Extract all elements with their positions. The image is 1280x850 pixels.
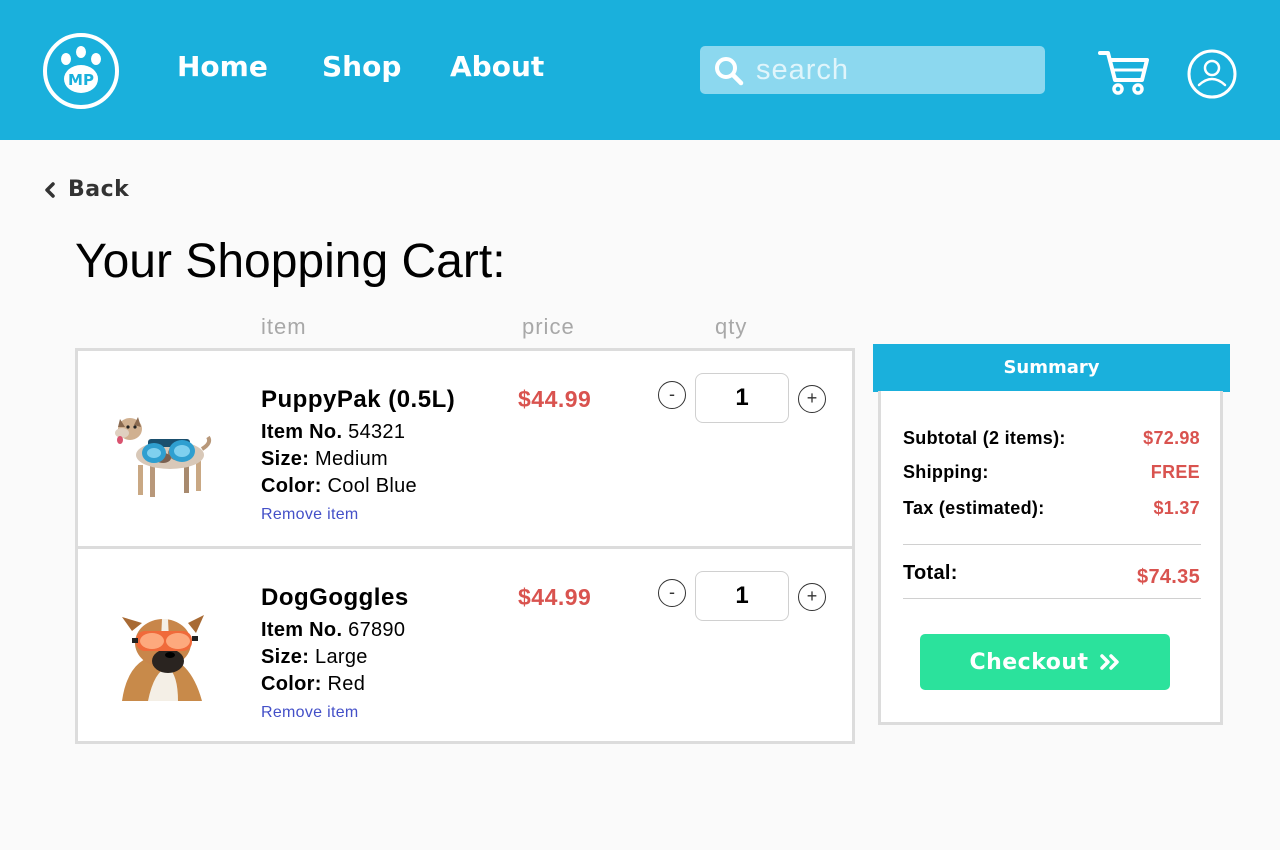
search-input[interactable]	[756, 50, 1036, 90]
item-size-value: Large	[315, 646, 368, 668]
summary-divider	[903, 544, 1201, 545]
user-account-icon[interactable]	[1186, 48, 1238, 100]
item-size: Size: Large	[261, 646, 368, 669]
order-summary-panel: Subtotal (2 items): $72.98 Shipping: FRE…	[878, 391, 1223, 725]
paw-logo[interactable]: MP	[43, 33, 119, 109]
item-number-label: Item No.	[261, 619, 343, 641]
nav-shop[interactable]: Shop	[322, 50, 401, 83]
item-color-value: Cool Blue	[327, 475, 417, 497]
search-bar	[700, 46, 1045, 94]
search-icon[interactable]	[714, 56, 744, 86]
cart-items-list: PuppyPak (0.5L) Item No. 54321 Size: Med…	[75, 348, 855, 744]
cart-icon[interactable]	[1098, 48, 1150, 96]
summary-divider	[903, 598, 1201, 599]
remove-item-link[interactable]: Remove item	[261, 704, 359, 722]
item-color-label: Color:	[261, 475, 322, 497]
double-chevron-right-icon	[1099, 654, 1119, 670]
item-name: DogGoggles	[261, 584, 409, 611]
cart-item-row: DogGoggles Item No. 67890 Size: Large Co…	[78, 546, 852, 741]
total-value: $74.35	[1137, 566, 1200, 588]
dog-with-backpack-image	[115, 417, 212, 497]
item-price: $44.99	[518, 584, 592, 610]
item-size: Size: Medium	[261, 448, 388, 471]
subtotal-label: Subtotal (2 items):	[903, 428, 1066, 448]
item-number-value: 67890	[348, 619, 406, 641]
tax-value: $1.37	[1153, 498, 1200, 518]
item-size-label: Size:	[261, 646, 310, 668]
item-size-label: Size:	[261, 448, 310, 470]
cart-item-row: PuppyPak (0.5L) Item No. 54321 Size: Med…	[78, 351, 852, 546]
qty-decrease-button[interactable]: -	[658, 579, 686, 607]
item-color-label: Color:	[261, 673, 322, 695]
item-number-value: 54321	[348, 421, 406, 443]
item-number: Item No. 54321	[261, 421, 405, 444]
top-nav-bar: MP Home Shop About	[0, 0, 1280, 140]
tax-label: Tax (estimated):	[903, 498, 1045, 518]
column-header-price: price	[522, 314, 575, 339]
qty-increase-button[interactable]: +	[798, 583, 826, 611]
qty-increase-button[interactable]: +	[798, 385, 826, 413]
summary-title: Summary	[873, 344, 1230, 392]
qty-decrease-button[interactable]: -	[658, 381, 686, 409]
nav-about[interactable]: About	[450, 50, 544, 83]
item-color: Color: Red	[261, 673, 365, 696]
checkout-label: Checkout	[969, 649, 1089, 675]
back-link[interactable]: Back	[44, 177, 129, 202]
item-number: Item No. 67890	[261, 619, 405, 642]
item-color: Color: Cool Blue	[261, 475, 417, 498]
item-price: $44.99	[518, 386, 592, 412]
chevron-left-icon	[45, 181, 55, 198]
item-size-value: Medium	[315, 448, 388, 470]
item-color-value: Red	[327, 673, 366, 695]
checkout-button[interactable]: Checkout	[920, 634, 1170, 690]
total-label: Total:	[903, 562, 958, 584]
qty-input[interactable]	[695, 373, 789, 423]
item-number-label: Item No.	[261, 421, 343, 443]
shipping-value: FREE	[1150, 462, 1200, 482]
column-header-qty: qty	[715, 314, 748, 339]
column-header-item: item	[261, 314, 307, 339]
paw-icon: MP	[61, 46, 101, 93]
subtotal-value: $72.98	[1143, 428, 1200, 448]
item-name: PuppyPak (0.5L)	[261, 386, 456, 413]
dog-with-goggles-image	[122, 615, 204, 701]
back-label: Back	[68, 177, 130, 202]
remove-item-link[interactable]: Remove item	[261, 506, 359, 524]
qty-input[interactable]	[695, 571, 789, 621]
nav-home[interactable]: Home	[177, 50, 268, 83]
logo-text: MP	[68, 71, 94, 89]
shipping-label: Shipping:	[903, 462, 989, 482]
page-title: Your Shopping Cart:	[75, 235, 506, 288]
